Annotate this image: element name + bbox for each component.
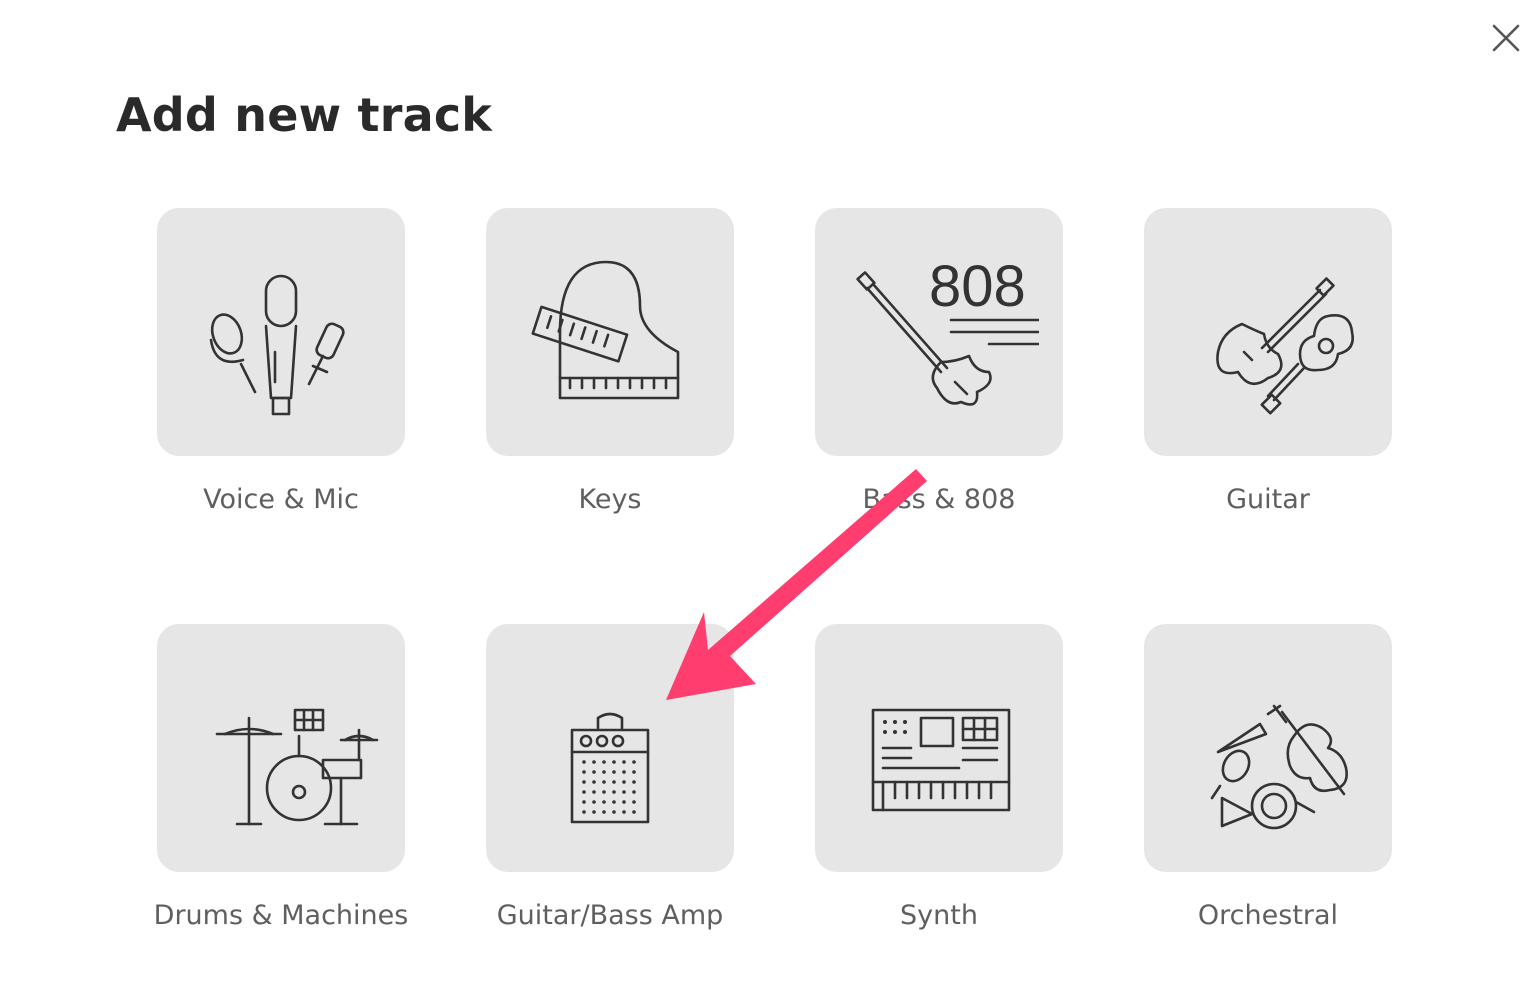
tile-orchestral-box[interactable] — [1144, 624, 1392, 872]
amplifier-icon — [570, 712, 650, 824]
tile-orchestral[interactable]: Orchestral — [1103, 624, 1433, 964]
orchestral-instruments-icon — [1210, 704, 1348, 830]
tile-bass-808-box[interactable]: 808 — [815, 208, 1063, 456]
close-icon — [1492, 24, 1520, 52]
tile-guitar-bass-amp-label: Guitar/Bass Amp — [496, 900, 724, 931]
tile-orchestral-label: Orchestral — [1197, 900, 1339, 931]
tile-guitar-bass-amp[interactable]: Guitar/Bass Amp — [445, 624, 775, 964]
tile-drums-machines-label: Drums & Machines — [153, 900, 409, 931]
tile-synth[interactable]: Synth — [774, 624, 1104, 964]
tile-synth-box[interactable] — [815, 624, 1063, 872]
add-track-dialog: Add new track Voice & Mic Keys 808 Bass … — [0, 0, 1540, 1000]
microphones-icon — [209, 274, 345, 416]
tile-guitar-box[interactable] — [1144, 208, 1392, 456]
tile-guitar-label: Guitar — [1226, 484, 1310, 515]
piano-keys-icon — [531, 260, 680, 400]
tile-guitar-bass-amp-box[interactable] — [486, 624, 734, 872]
tile-keys-label: Keys — [578, 484, 642, 515]
tile-voice-mic-box[interactable] — [157, 208, 405, 456]
tile-voice-mic-label: Voice & Mic — [203, 484, 359, 515]
synthesizer-icon — [871, 708, 1011, 812]
close-button[interactable] — [1486, 18, 1526, 58]
tile-keys[interactable]: Keys — [445, 208, 775, 548]
bass-808-text: 808 — [929, 254, 1026, 319]
tile-bass-808[interactable]: 808 Bass & 808 — [774, 208, 1104, 548]
tile-guitar[interactable]: Guitar — [1103, 208, 1433, 548]
tile-drums-machines[interactable]: Drums & Machines — [116, 624, 446, 964]
bass-808-icon: 808 — [856, 254, 1039, 406]
dialog-title: Add new track — [116, 88, 493, 142]
tile-voice-mic[interactable]: Voice & Mic — [116, 208, 446, 548]
tile-drums-machines-box[interactable] — [157, 624, 405, 872]
drum-kit-icon — [215, 708, 379, 826]
guitars-icon — [1216, 277, 1354, 415]
tile-bass-808-label: Bass & 808 — [862, 484, 1016, 515]
tile-synth-label: Synth — [900, 900, 978, 931]
tile-keys-box[interactable] — [486, 208, 734, 456]
